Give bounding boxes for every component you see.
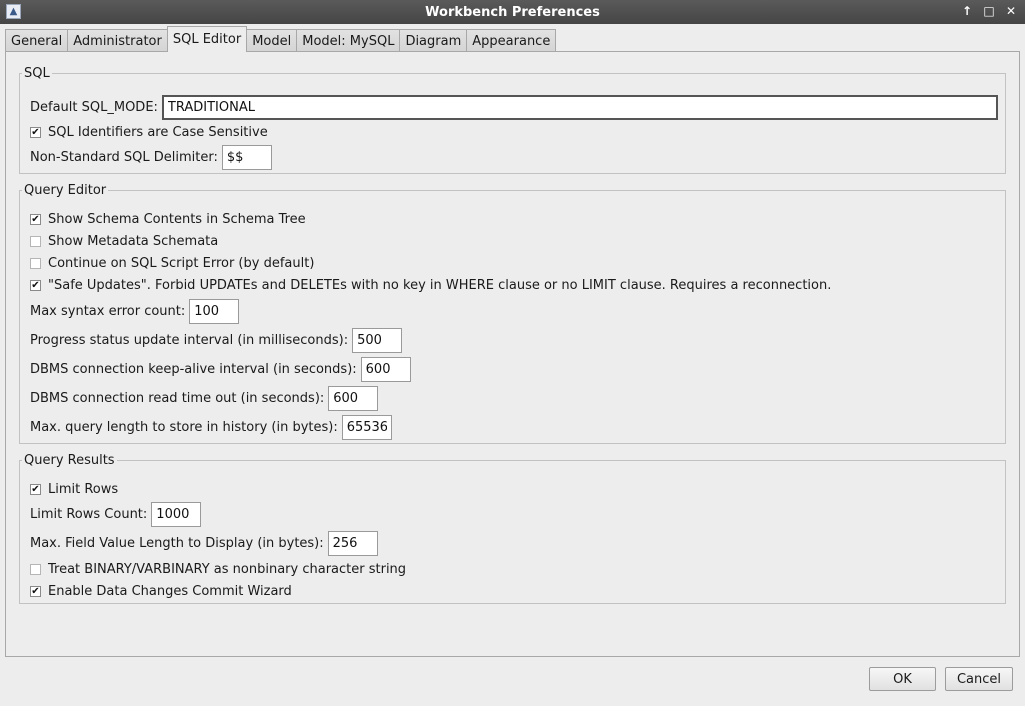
max-syntax-input[interactable] [189, 299, 240, 324]
treat-binary-label: Treat BINARY/VARBINARY as nonbinary char… [48, 562, 407, 577]
maximize-vertical-icon[interactable]: ↑ [959, 3, 975, 19]
close-icon[interactable]: ✕ [1003, 3, 1019, 19]
tab-model-mysql[interactable]: Model: MySQL [296, 29, 401, 52]
title-bar: ▲ Workbench Preferences ↑ □ ✕ [0, 0, 1025, 24]
case-sensitive-label: SQL Identifiers are Case Sensitive [48, 125, 268, 140]
read-timeout-input[interactable] [328, 386, 379, 411]
keepalive-row: DBMS connection keep-alive interval (in … [30, 357, 411, 382]
window-controls: ↑ □ ✕ [959, 3, 1019, 19]
tab-diagram[interactable]: Diagram [399, 29, 468, 52]
query-results-group: Query Results ✔ Limit Rows Limit Rows Co… [19, 453, 1006, 604]
safe-updates-label: "Safe Updates". Forbid UPDATEs and DELET… [48, 278, 832, 293]
treat-binary-checkbox[interactable] [30, 564, 41, 575]
show-metadata-label: Show Metadata Schemata [48, 234, 219, 249]
case-sensitive-row[interactable]: ✔ SQL Identifiers are Case Sensitive [30, 125, 268, 140]
sql-mode-input[interactable] [161, 95, 998, 120]
progress-interval-input[interactable] [352, 328, 403, 353]
show-schema-label: Show Schema Contents in Schema Tree [48, 212, 306, 227]
max-query-length-row: Max. query length to store in history (i… [30, 415, 392, 440]
keepalive-label: DBMS connection keep-alive interval (in … [30, 362, 357, 377]
sql-group: SQL Default SQL_MODE: ✔ SQL Identifiers … [19, 66, 1006, 174]
delimiter-label: Non-Standard SQL Delimiter: [30, 150, 218, 165]
commit-wizard-checkbox[interactable]: ✔ [30, 586, 41, 597]
max-query-length-input[interactable] [341, 415, 392, 440]
max-syntax-row: Max syntax error count: [30, 299, 240, 324]
tab-appearance[interactable]: Appearance [466, 29, 557, 52]
query-editor-group: Query Editor ✔ Show Schema Contents in S… [19, 183, 1006, 444]
commit-wizard-label: Enable Data Changes Commit Wizard [48, 584, 292, 599]
treat-binary-row[interactable]: Treat BINARY/VARBINARY as nonbinary char… [30, 562, 406, 577]
progress-interval-row: Progress status update interval (in mill… [30, 328, 403, 353]
app-icon: ▲ [6, 4, 21, 19]
max-field-length-input[interactable] [327, 531, 378, 556]
show-metadata-checkbox[interactable] [30, 236, 41, 247]
commit-wizard-row[interactable]: ✔ Enable Data Changes Commit Wizard [30, 584, 292, 599]
limit-rows-count-input[interactable] [151, 502, 202, 527]
show-schema-row[interactable]: ✔ Show Schema Contents in Schema Tree [30, 212, 306, 227]
sql-mode-row: Default SQL_MODE: [30, 95, 1002, 120]
keepalive-input[interactable] [360, 357, 411, 382]
ok-button[interactable]: OK [869, 667, 936, 691]
safe-updates-row[interactable]: ✔ "Safe Updates". Forbid UPDATEs and DEL… [30, 278, 831, 293]
limit-rows-count-label: Limit Rows Count: [30, 507, 148, 522]
delimiter-row: Non-Standard SQL Delimiter: [30, 145, 272, 170]
show-metadata-row[interactable]: Show Metadata Schemata [30, 234, 218, 249]
continue-on-error-checkbox[interactable] [30, 258, 41, 269]
safe-updates-checkbox[interactable]: ✔ [30, 280, 41, 291]
show-schema-checkbox[interactable]: ✔ [30, 214, 41, 225]
window-title: Workbench Preferences [425, 4, 600, 20]
sql-mode-label: Default SQL_MODE: [30, 100, 158, 115]
tab-model[interactable]: Model [246, 29, 298, 52]
query-results-legend: Query Results [24, 453, 115, 468]
limit-rows-row[interactable]: ✔ Limit Rows [30, 482, 118, 497]
tab-administrator[interactable]: Administrator [67, 29, 168, 52]
cancel-button[interactable]: Cancel [945, 667, 1013, 691]
tab-sql-editor[interactable]: SQL Editor [166, 26, 248, 52]
max-syntax-label: Max syntax error count: [30, 304, 186, 319]
limit-rows-checkbox[interactable]: ✔ [30, 484, 41, 495]
sql-editor-panel: SQL Default SQL_MODE: ✔ SQL Identifiers … [5, 51, 1020, 657]
tab-general[interactable]: General [5, 29, 69, 52]
limit-rows-count-row: Limit Rows Count: [30, 502, 202, 527]
continue-on-error-row[interactable]: Continue on SQL Script Error (by default… [30, 256, 314, 271]
maximize-icon[interactable]: □ [981, 3, 997, 19]
limit-rows-label: Limit Rows [48, 482, 119, 497]
read-timeout-row: DBMS connection read time out (in second… [30, 386, 379, 411]
continue-on-error-label: Continue on SQL Script Error (by default… [48, 256, 315, 271]
max-field-length-row: Max. Field Value Length to Display (in b… [30, 531, 378, 556]
progress-interval-label: Progress status update interval (in mill… [30, 333, 349, 348]
read-timeout-label: DBMS connection read time out (in second… [30, 391, 325, 406]
case-sensitive-checkbox[interactable]: ✔ [30, 127, 41, 138]
query-editor-legend: Query Editor [24, 183, 107, 198]
tab-bar: General Administrator SQL Editor Model M… [5, 26, 557, 52]
sql-group-legend: SQL [24, 66, 50, 81]
delimiter-input[interactable] [221, 145, 272, 170]
max-query-length-label: Max. query length to store in history (i… [30, 420, 338, 435]
max-field-length-label: Max. Field Value Length to Display (in b… [30, 536, 324, 551]
